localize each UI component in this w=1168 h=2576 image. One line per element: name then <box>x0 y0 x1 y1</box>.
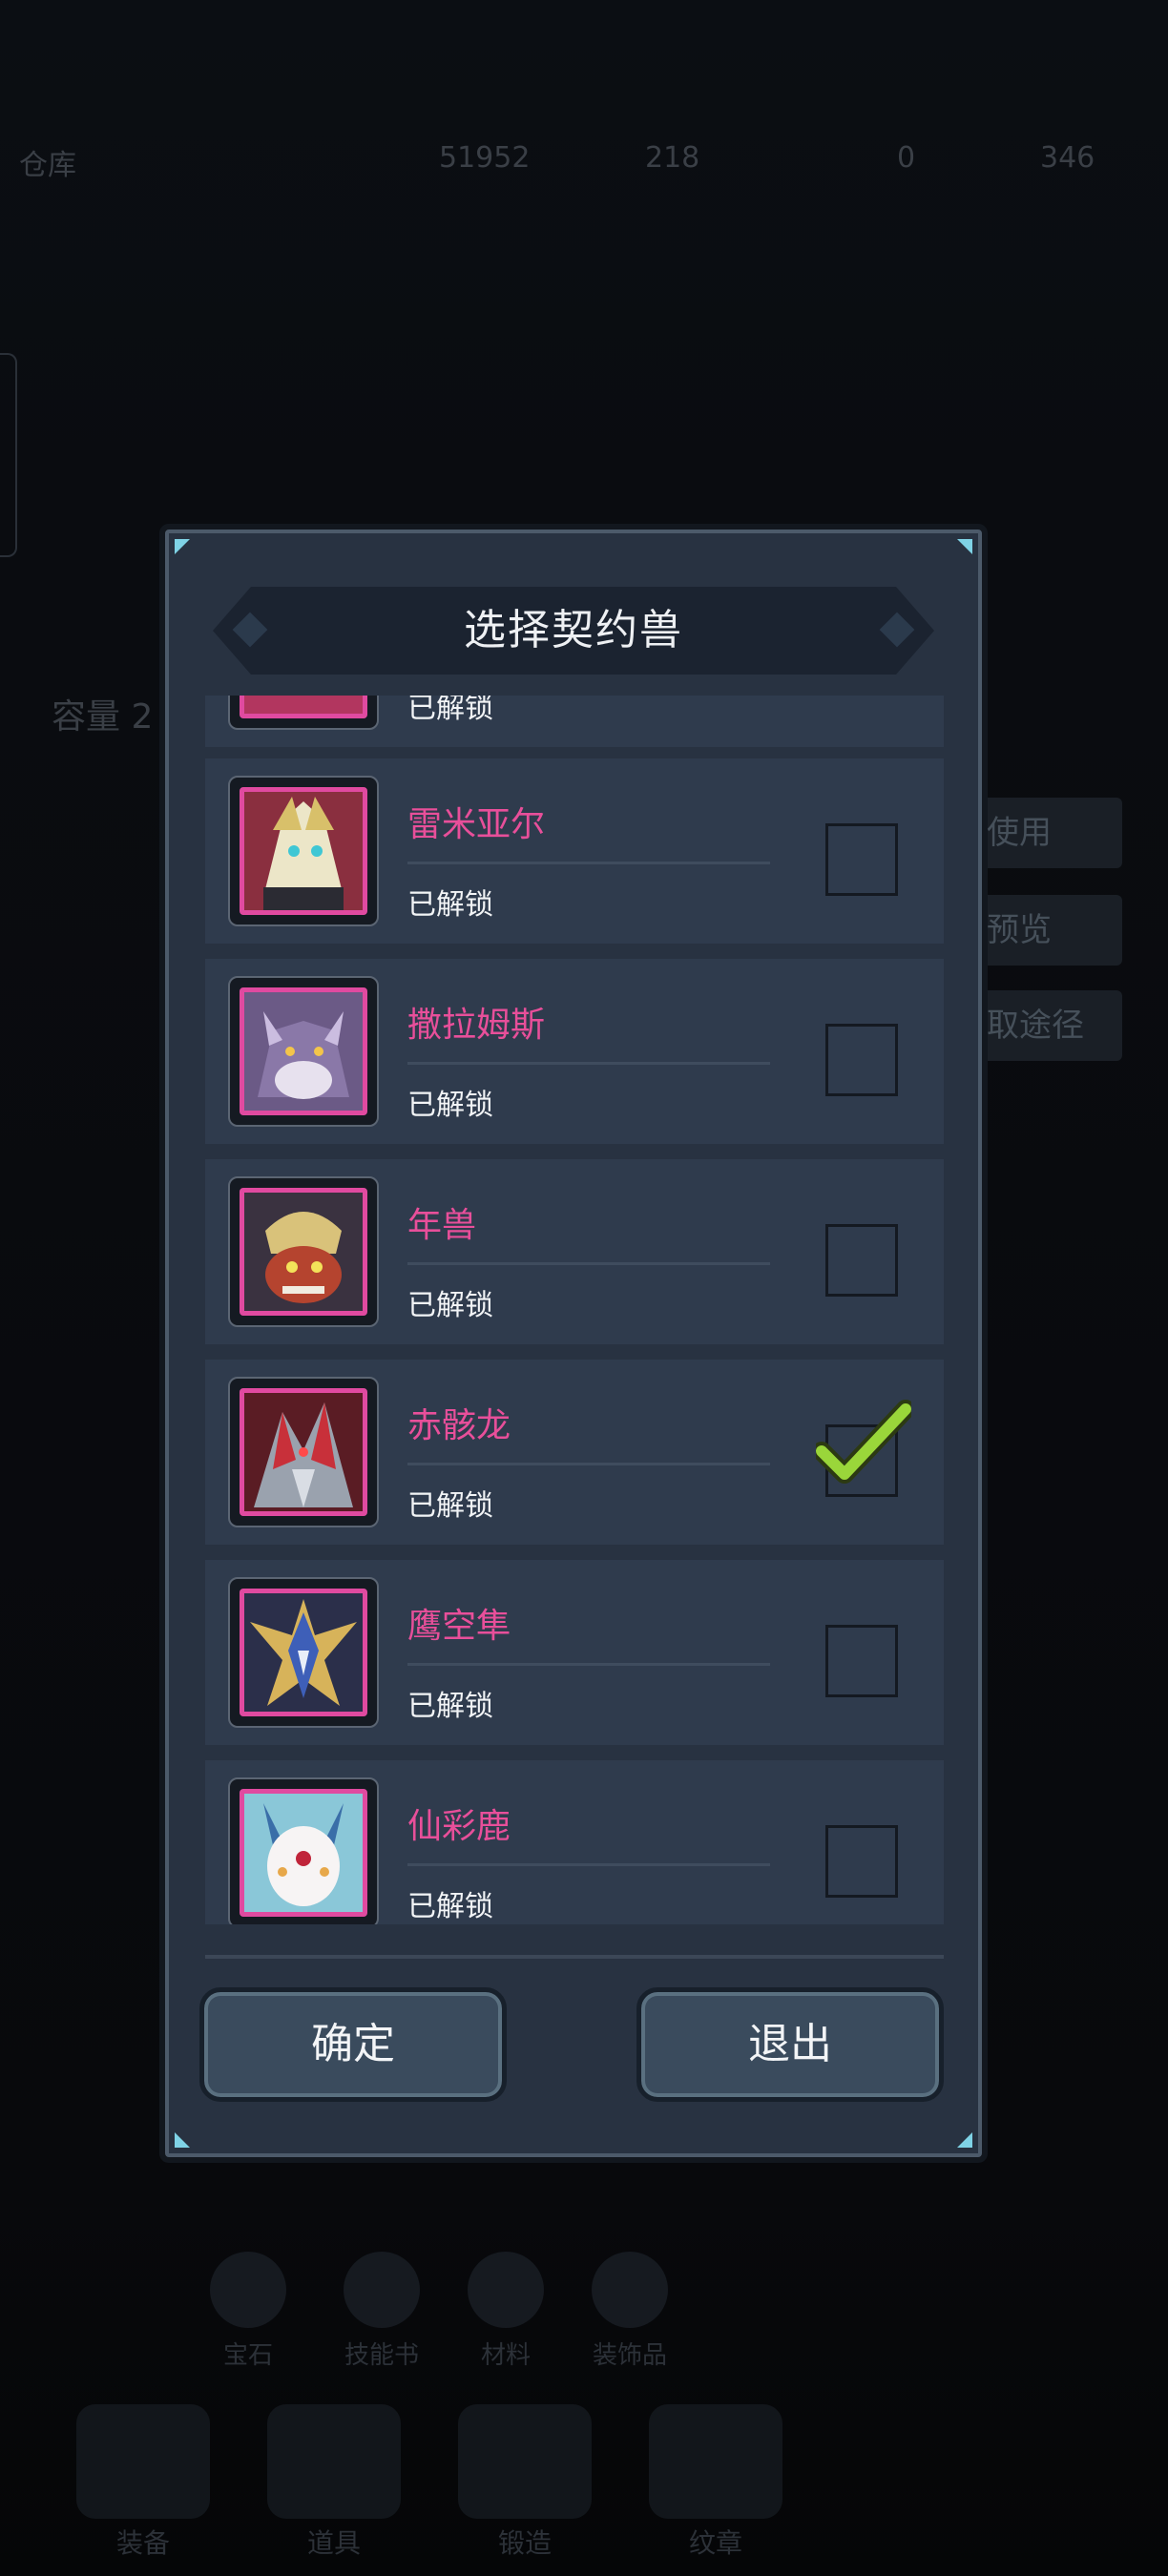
beast-name: 年兽 <box>407 1206 477 1245</box>
list-item-beast[interactable]: 仙彩鹿 已解锁 <box>205 1760 944 1924</box>
dialog-title-bar: 选择契约兽 <box>213 587 934 675</box>
dialog-title: 选择契约兽 <box>464 606 683 654</box>
gem-icon <box>210 2252 286 2328</box>
inventory-tabs: 宝石 技能书 材料 装饰品 <box>57 2252 1107 2385</box>
list-item-beast-selected[interactable]: 赤骸龙 已解锁 <box>205 1360 944 1545</box>
avatar <box>228 1377 379 1527</box>
unlock-status: 已解锁 <box>407 1890 493 1923</box>
avatar <box>228 976 379 1127</box>
unlock-status: 已解锁 <box>407 888 493 922</box>
divider <box>407 1863 770 1866</box>
divider <box>407 1262 770 1265</box>
avatar <box>228 776 379 926</box>
unlock-status: 已解锁 <box>407 1089 493 1122</box>
select-checkbox[interactable] <box>825 1625 898 1697</box>
capacity-label: 容量 2 <box>52 697 154 737</box>
source-button: 取途径 <box>973 990 1122 1061</box>
list-item-beast[interactable]: 鹰空隼 已解锁 <box>205 1560 944 1745</box>
gold-count: 51952 <box>439 141 531 175</box>
avatar <box>228 1577 379 1728</box>
use-button: 使用 <box>973 798 1122 868</box>
list-item-beast[interactable]: 雷米亚尔 已解锁 <box>205 758 944 944</box>
nian-beast-avatar-icon <box>240 1188 367 1316</box>
select-checkbox[interactable] <box>825 1224 898 1297</box>
warehouse-label: 仓库 <box>19 149 76 182</box>
confirm-button[interactable]: 确定 <box>199 1987 507 2102</box>
preview-button: 预览 <box>973 895 1122 966</box>
gem-count: 346 <box>1040 141 1095 175</box>
beast-name: 赤骸龙 <box>407 1406 511 1445</box>
tab-skillbooks: 技能书 <box>315 2252 448 2371</box>
select-checkbox[interactable] <box>825 823 898 896</box>
chest-icon <box>267 2404 401 2519</box>
unlock-status: 已解锁 <box>407 1690 493 1723</box>
divider <box>407 1062 770 1065</box>
nav-equipment: 装备 <box>57 2404 229 2561</box>
sword-icon <box>76 2404 210 2519</box>
avatar <box>228 696 379 730</box>
nav-emblem: 纹章 <box>630 2404 802 2561</box>
beast-name: 鹰空隼 <box>407 1607 511 1646</box>
material-icon <box>468 2252 544 2328</box>
side-tab <box>0 353 17 557</box>
check-icon <box>816 1400 911 1484</box>
energy-count: 218 <box>645 141 700 175</box>
corner-ornament <box>175 539 190 554</box>
white-dragon-avatar-icon <box>240 787 367 915</box>
divider <box>407 862 770 864</box>
avatar <box>228 1777 379 1924</box>
red-bone-dragon-avatar-icon <box>240 1388 367 1516</box>
unlock-status: 已解锁 <box>407 1289 493 1322</box>
select-checkbox[interactable] <box>825 1825 898 1898</box>
hammer-icon <box>458 2404 592 2519</box>
avatar <box>228 1176 379 1327</box>
nav-forge: 锻造 <box>439 2404 611 2561</box>
unlock-status: 已解锁 <box>407 1489 493 1523</box>
beast-list[interactable]: 已解锁 雷米亚尔 已解锁 撒拉姆斯 已解锁 年兽 已解锁 赤骸龙 已解锁 鹰空隼… <box>205 696 949 1924</box>
accessory-icon <box>592 2252 668 2328</box>
bottom-navigation: 装备 道具 锻造 纹章 <box>57 2404 1168 2566</box>
resource-bar: 仓库 51952 218 0 346 <box>0 134 1168 191</box>
hawk-avatar-icon <box>240 1589 367 1716</box>
book-icon <box>344 2252 420 2328</box>
unlock-status: 已解锁 <box>407 696 493 725</box>
other-count: 0 <box>897 141 916 175</box>
list-item-beast[interactable]: 撒拉姆斯 已解锁 <box>205 959 944 1144</box>
divider <box>407 1663 770 1666</box>
list-item-beast[interactable]: 年兽 已解锁 <box>205 1159 944 1344</box>
corner-ornament <box>957 539 972 554</box>
tab-accessories: 装饰品 <box>563 2252 697 2371</box>
beast-name: 雷米亚尔 <box>407 805 546 844</box>
tab-materials: 材料 <box>439 2252 573 2371</box>
tab-gems: 宝石 <box>181 2252 315 2371</box>
divider <box>407 1463 770 1465</box>
fairy-deer-avatar-icon <box>240 1789 367 1917</box>
beast-name: 撒拉姆斯 <box>407 1006 546 1045</box>
emblem-icon <box>649 2404 782 2519</box>
nav-items: 道具 <box>248 2404 420 2561</box>
select-contract-beast-dialog: 选择契约兽 已解锁 雷米亚尔 已解锁 撒拉姆斯 已解锁 年兽 已解锁 赤骸龙 已… <box>165 530 982 2157</box>
corner-ornament <box>957 2132 972 2148</box>
list-item[interactable]: 已解锁 <box>205 696 944 747</box>
purple-beast-avatar-icon <box>240 987 367 1115</box>
corner-ornament <box>175 2132 190 2148</box>
select-checkbox[interactable] <box>825 1024 898 1096</box>
beast-name: 仙彩鹿 <box>407 1807 511 1846</box>
list-divider <box>205 1955 944 1959</box>
exit-button[interactable]: 退出 <box>636 1987 944 2102</box>
